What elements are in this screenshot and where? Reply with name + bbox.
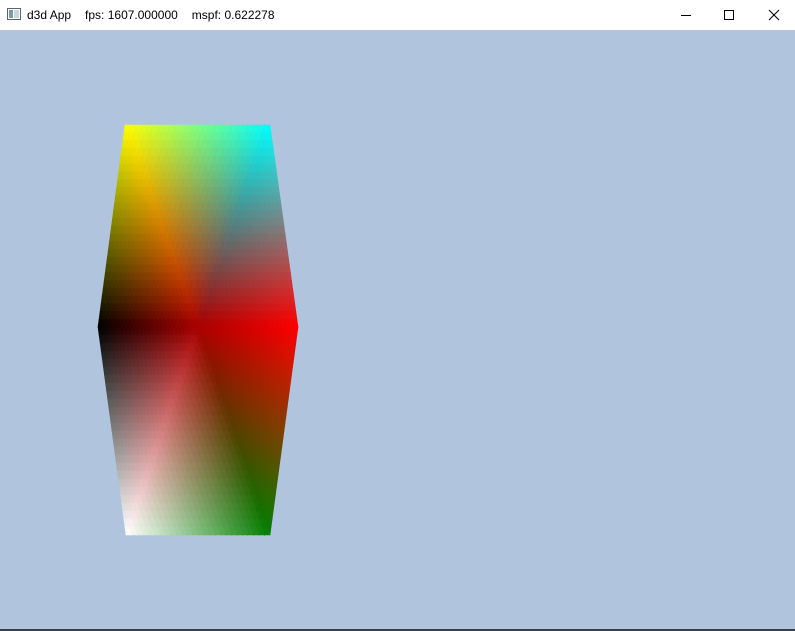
scene-canvas bbox=[97, 124, 299, 536]
render-viewport[interactable] bbox=[0, 30, 795, 629]
maximize-button[interactable] bbox=[706, 0, 752, 30]
title-bar[interactable]: d3d App fps: 1607.000000 mspf: 0.622278 bbox=[0, 0, 795, 30]
close-icon bbox=[768, 9, 780, 21]
mspf-readout: mspf: 0.622278 bbox=[191, 8, 275, 22]
maximize-icon bbox=[724, 10, 734, 20]
app-window-icon bbox=[7, 8, 21, 20]
app-title: d3d App bbox=[27, 8, 72, 22]
app-window: d3d App fps: 1607.000000 mspf: 0.622278 bbox=[0, 0, 795, 631]
minimize-icon bbox=[681, 15, 691, 16]
colored-hexagon-mesh bbox=[97, 124, 299, 536]
window-title: d3d App fps: 1607.000000 mspf: 0.622278 bbox=[27, 7, 289, 23]
fps-readout: fps: 1607.000000 bbox=[85, 8, 178, 22]
minimize-button[interactable] bbox=[663, 0, 709, 30]
close-button[interactable] bbox=[751, 0, 795, 30]
